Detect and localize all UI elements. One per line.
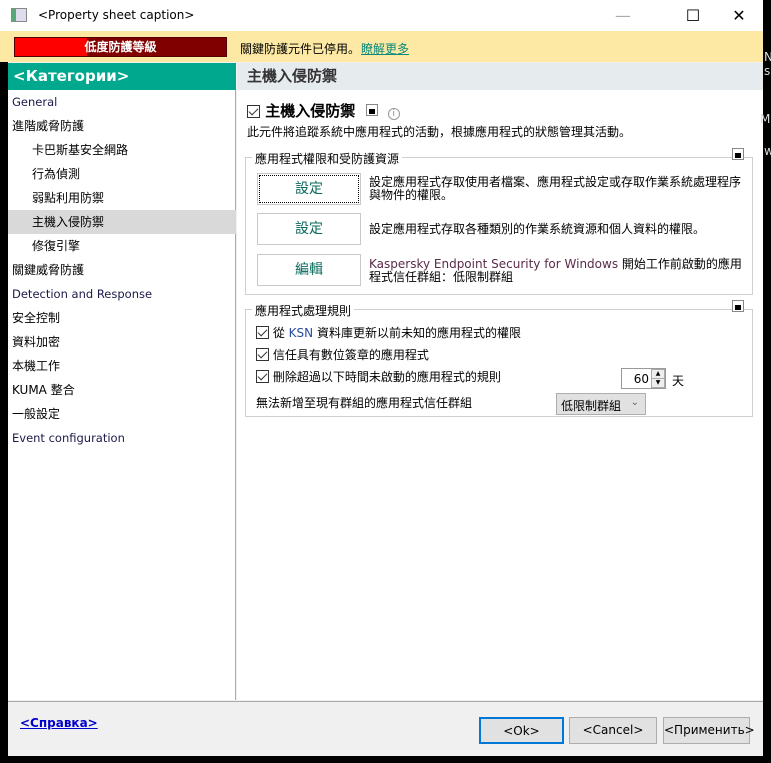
app-icon	[11, 8, 27, 22]
main-panel: 主機入侵防禦 i 此元件將追蹤系統中應用程式的活動，根據應用程式的狀態管理其活動…	[237, 90, 763, 700]
label-text: 資料庫更新以前未知的應用程式的權限	[313, 326, 521, 340]
sidebar-item[interactable]: 關鍵威脅防護	[8, 258, 236, 282]
select-value: 低限制群組	[561, 399, 622, 413]
close-button[interactable]: ✕	[716, 0, 762, 31]
chevron-down-icon: ⌄	[630, 397, 639, 408]
info-icon[interactable]: i	[387, 108, 400, 120]
trust-group-description: Kaspersky Endpoint Security for Windows …	[369, 258, 749, 284]
checkbox-checked-icon	[247, 105, 260, 118]
component-description: 此元件將追蹤系統中應用程式的活動，根據應用程式的狀態管理其活動。	[247, 125, 632, 139]
sidebar-header: <Категории>	[8, 63, 236, 90]
group-label: 應用程式處理規則	[252, 302, 355, 319]
fallback-group-label: 無法新增至現有群組的應用程式信任群組	[256, 396, 473, 410]
trust-group-edit-button[interactable]: 編輯	[257, 254, 361, 286]
delete-rules-checkbox[interactable]: 刪除超過以下時間未啟動的應用程式的規則	[256, 368, 501, 385]
stepper-down-icon[interactable]: ▼	[651, 378, 665, 388]
label-text: 刪除超過以下時間未啟動的應用程式的規則	[272, 370, 501, 384]
lock-icon[interactable]	[732, 300, 744, 312]
sidebar-item[interactable]: 進階威脅防護	[8, 114, 236, 138]
title-bar: <Property sheet caption> — ☐ ✕	[0, 0, 763, 31]
sidebar-item[interactable]: 弱點利用防禦	[8, 186, 236, 210]
sidebar-item[interactable]: 資料加密	[8, 330, 236, 354]
sidebar-item[interactable]: 行為偵測	[8, 162, 236, 186]
ksn-update-checkbox[interactable]: 從 KSN 資料庫更新以前未知的應用程式的權限	[256, 324, 521, 341]
cancel-button[interactable]: <Cancel>	[569, 717, 657, 744]
sidebar-item[interactable]: 主機入侵防禦	[8, 210, 236, 234]
background-fragment: s	[764, 64, 771, 78]
days-unit: 天	[672, 374, 685, 388]
ok-button[interactable]: <Ok>	[479, 717, 564, 744]
learn-more-link[interactable]: 瞭解更多	[361, 40, 409, 57]
property-sheet-window: <Property sheet caption> — ☐ ✕ 低度防護等級 關鍵…	[0, 0, 763, 756]
trust-signed-checkbox[interactable]: 信任具有數位簽章的應用程式	[256, 346, 429, 363]
background	[0, 62, 8, 762]
days-value[interactable]: 60	[634, 372, 649, 386]
window-title: <Property sheet caption>	[38, 8, 195, 22]
label-text: 信任具有數位簽章的應用程式	[272, 348, 429, 362]
component-title: 主機入侵防禦	[265, 102, 356, 120]
app-rights-description: 設定應用程式存取使用者檔案、應用程式設定或存取作業系統處理程序與物件的權限。	[369, 175, 742, 202]
sidebar-item[interactable]: 一般設定	[8, 402, 236, 426]
dialog-footer: <Справка> <Ok> <Cancel> <Применить>	[0, 701, 763, 756]
sidebar-item[interactable]: Detection and Response	[8, 282, 236, 306]
component-enable-checkbox[interactable]: 主機入侵防禦 i	[247, 100, 400, 121]
sidebar-item[interactable]: 修復引擎	[8, 234, 236, 258]
checkbox-checked-icon	[256, 348, 269, 361]
days-stepper[interactable]: 60 ▲ ▼	[621, 368, 666, 389]
sidebar-item[interactable]: General	[8, 90, 236, 114]
sidebar-item[interactable]: 本機工作	[8, 354, 236, 378]
lock-icon[interactable]	[366, 104, 379, 116]
background-fragment: Ma	[760, 112, 771, 126]
minimize-button[interactable]: —	[600, 0, 646, 31]
checkbox-checked-icon	[256, 370, 269, 383]
apply-button[interactable]: <Применить>	[663, 717, 755, 744]
sidebar-item[interactable]: 卡巴斯基安全網路	[8, 138, 236, 162]
protected-resources-description: 設定應用程式存取各種類別的作業系統資源和個人資料的權限。	[369, 222, 706, 236]
app-rights-settings-button[interactable]: 設定	[257, 173, 361, 205]
group-label: 應用程式權限和受防護資源	[252, 150, 403, 167]
product-name: Kaspersky Endpoint Security for Windows	[369, 257, 619, 271]
sidebar-item[interactable]: 安全控制	[8, 306, 236, 330]
banner-message: 關鍵防護元件已停用。	[240, 42, 361, 56]
checkbox-checked-icon	[256, 326, 269, 339]
label-text: 從	[272, 326, 289, 340]
group-app-rights: 應用程式權限和受防護資源 設定 設定應用程式存取使用者檔案、應用程式設定或存取作…	[245, 148, 753, 295]
lock-icon[interactable]	[732, 148, 744, 160]
protected-resources-settings-button[interactable]: 設定	[257, 213, 361, 245]
protection-level-bar: 低度防護等級	[14, 37, 227, 57]
fallback-group-select[interactable]: 低限制群組 ⌄	[556, 393, 646, 415]
category-sidebar: <Категории> General 進階威脅防護 卡巴斯基安全網路 行為偵測 弱點利…	[8, 63, 236, 700]
ksn-label: KSN	[288, 326, 314, 340]
background-fragment: N	[764, 50, 771, 64]
help-link[interactable]: <Справка>	[20, 716, 98, 730]
maximize-button[interactable]: ☐	[670, 0, 716, 31]
group-processing-rules: 應用程式處理規則 從 KSN 資料庫更新以前未知的應用程式的權限 信任具有數位簽…	[245, 300, 753, 417]
section-header: 主機入侵防禦	[237, 63, 763, 90]
sidebar-item[interactable]: KUMA 整合	[8, 378, 236, 402]
protection-level-label: 低度防護等級	[84, 40, 157, 54]
background-fragment: wi	[764, 144, 771, 158]
sidebar-item[interactable]: Event configuration	[8, 426, 236, 450]
